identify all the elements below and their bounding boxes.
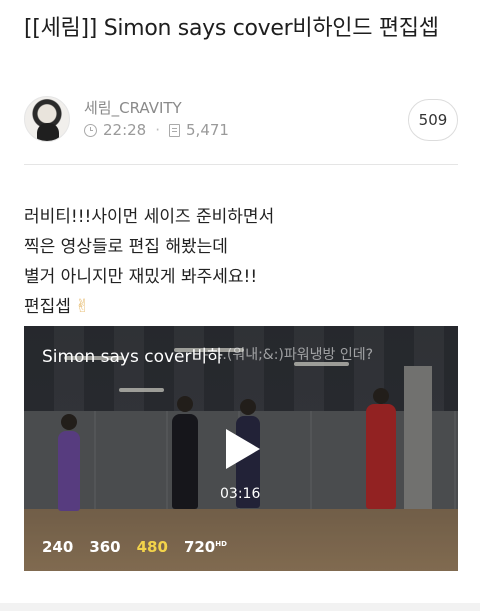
separator-dot: · bbox=[155, 121, 161, 139]
body-line: 별거 아니지만 재밌게 봐주세요!! bbox=[24, 267, 258, 287]
author-name[interactable]: 세림_CRAVITY bbox=[84, 97, 182, 118]
document-icon bbox=[169, 123, 181, 137]
avatar-figure bbox=[37, 123, 59, 141]
quality-selector: 240 360 480 720HD bbox=[42, 538, 227, 556]
body-line: 찍은 영상들로 편집 해봤는데 bbox=[24, 237, 228, 257]
play-icon[interactable] bbox=[222, 427, 262, 471]
quality-720-label: 720 bbox=[183, 538, 216, 556]
post-meta: 세림_CRAVITY 22:28 · 5,471 509 bbox=[24, 96, 458, 146]
video-title: Simon says cover비하 bbox=[42, 347, 223, 367]
comment-count-button[interactable]: 509 bbox=[408, 99, 458, 141]
body-line: 편집셉 ✌ bbox=[24, 292, 458, 322]
divider bbox=[24, 164, 458, 165]
view-count: 5,471 bbox=[186, 121, 229, 139]
hd-badge: HD bbox=[215, 540, 227, 548]
post-stats: 22:28 · 5,471 bbox=[84, 121, 229, 139]
victory-hand-icon: ✌ bbox=[74, 296, 91, 317]
body-line: 러비티!!!사이먼 세이즈 준비하면서 bbox=[24, 207, 275, 227]
clock-icon bbox=[84, 123, 97, 137]
video-player[interactable]: Simon says cover비하 - ...(워내;&:)파워냉방 인데? … bbox=[24, 326, 458, 571]
quality-720[interactable]: 720HD bbox=[184, 538, 227, 556]
quality-360[interactable]: 360 bbox=[89, 538, 120, 556]
quality-240[interactable]: 240 bbox=[42, 538, 73, 556]
post-title: [[세림]] Simon says cover비하인드 편집셉 bbox=[24, 16, 439, 41]
section-divider bbox=[0, 603, 480, 611]
post-time: 22:28 bbox=[103, 121, 147, 139]
quality-480[interactable]: 480 bbox=[137, 538, 168, 556]
video-caption: - ...(워내;&:)파워냉방 인데? bbox=[204, 347, 374, 363]
avatar[interactable] bbox=[24, 96, 70, 142]
body-line-text: 편집셉 bbox=[24, 297, 71, 317]
post-body: 러비티!!!사이먼 세이즈 준비하면서 찍은 영상들로 편집 해봤는데 별거 아… bbox=[24, 202, 458, 322]
video-duration: 03:16 bbox=[220, 486, 261, 502]
